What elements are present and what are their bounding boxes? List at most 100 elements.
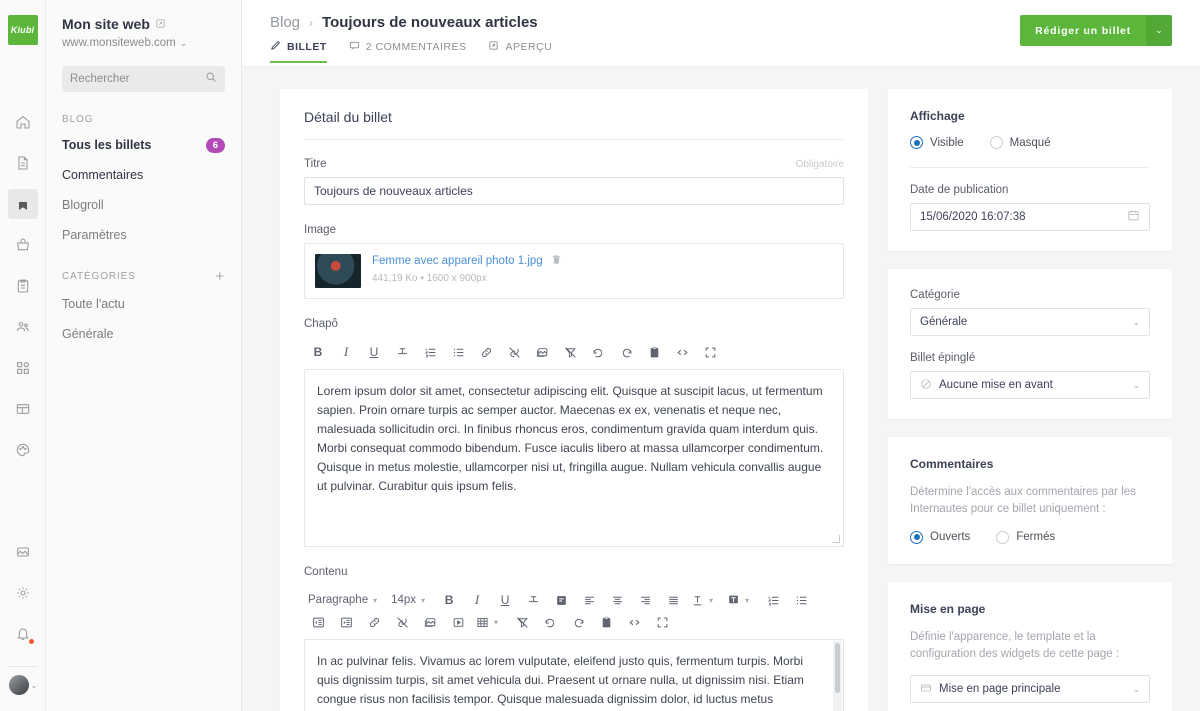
settings-column: Affichage Visible Masqué Date de publica…	[888, 89, 1172, 711]
external-link-icon[interactable]	[155, 16, 166, 32]
radio-visible[interactable]: Visible	[910, 136, 964, 149]
media-filename[interactable]: Femme avec appareil photo 1.jpg	[372, 255, 543, 267]
pages-icon[interactable]	[8, 148, 38, 178]
unlink-icon[interactable]	[388, 611, 416, 633]
card-title: Détail du billet	[304, 109, 392, 125]
notifications-icon[interactable]	[8, 619, 38, 649]
unlink-icon[interactable]	[500, 341, 528, 363]
fullscreen-icon[interactable]	[648, 611, 676, 633]
publication-date-input[interactable]: 15/06/2020 16:07:38	[910, 203, 1150, 231]
outdent-icon[interactable]	[304, 611, 332, 633]
highlight-color-icon[interactable]: ▾	[723, 594, 759, 607]
block-format-icon[interactable]	[547, 589, 575, 611]
radio-fermes[interactable]: Fermés	[996, 530, 1055, 544]
redo-icon[interactable]	[564, 611, 592, 633]
sidebar-item-blogroll[interactable]: Blogroll	[62, 193, 225, 217]
write-post-button[interactable]: Rédiger un billet	[1020, 15, 1146, 46]
indent-icon[interactable]	[332, 611, 360, 633]
sidebar-item-generale[interactable]: Générale	[62, 322, 225, 346]
unordered-list-icon[interactable]	[444, 341, 472, 363]
media-icon[interactable]	[8, 537, 38, 567]
tab-billet[interactable]: Billet	[270, 40, 327, 63]
tab-apercu[interactable]: Aperçu	[488, 40, 552, 63]
clear-format-icon[interactable]	[508, 611, 536, 633]
theme-icon[interactable]	[8, 435, 38, 465]
clear-format-icon[interactable]	[556, 341, 584, 363]
site-title[interactable]: Mon site web	[62, 16, 225, 32]
insert-video-icon[interactable]	[444, 611, 472, 633]
write-post-button-group[interactable]: Rédiger un billet ⌄	[1020, 15, 1172, 46]
sidebar-item-commentaires[interactable]: Commentaires	[62, 163, 225, 187]
bold-icon[interactable]: B	[304, 341, 332, 363]
title-input[interactable]	[304, 177, 844, 205]
underline-icon[interactable]: U	[360, 341, 388, 363]
resize-handle[interactable]	[832, 535, 840, 543]
fullscreen-icon[interactable]	[696, 341, 724, 363]
radio-ouverts[interactable]: Ouverts	[910, 530, 970, 544]
calendar-icon[interactable]	[1127, 209, 1140, 225]
modules-icon[interactable]	[8, 353, 38, 383]
ordered-list-icon[interactable]	[416, 341, 444, 363]
unordered-list-icon[interactable]	[787, 589, 815, 611]
pinned-select[interactable]: Aucune mise en avant ⌄	[910, 371, 1150, 399]
chevron-down-icon: ⌄	[1132, 316, 1140, 327]
sidebar-item-tous-les-billets[interactable]: Tous les billets 6	[62, 133, 225, 157]
chapo-editor[interactable]: Lorem ipsum dolor sit amet, consectetur …	[304, 370, 844, 547]
link-icon[interactable]	[472, 341, 500, 363]
contenu-editor[interactable]: In ac pulvinar felis. Vivamus ac lorem v…	[304, 640, 844, 711]
user-menu[interactable]: ⌄	[8, 675, 37, 705]
paragraph-format-value: Paragraphe	[308, 594, 369, 606]
orders-icon[interactable]	[8, 271, 38, 301]
link-icon[interactable]	[360, 611, 388, 633]
insert-table-icon[interactable]: ▾	[472, 616, 508, 629]
paste-icon[interactable]	[640, 341, 668, 363]
trash-icon[interactable]	[551, 254, 562, 268]
media-thumbnail[interactable]	[315, 254, 361, 288]
contenu-scrollbar[interactable]	[833, 641, 842, 711]
radio-dot	[989, 136, 1003, 149]
insert-image-icon[interactable]	[528, 341, 556, 363]
source-code-icon[interactable]	[620, 611, 648, 633]
align-left-icon[interactable]	[575, 589, 603, 611]
tab-commentaires[interactable]: 2 commentaires	[349, 40, 467, 63]
layout-select[interactable]: Mise en page principale ⌄	[910, 675, 1150, 703]
align-justify-icon[interactable]	[659, 589, 687, 611]
bold-icon[interactable]: B	[435, 589, 463, 611]
source-code-icon[interactable]	[668, 341, 696, 363]
affichage-radio-group: Visible Masqué	[910, 136, 1150, 149]
sidebar-item-toute-lactu[interactable]: Toute l'actu	[62, 292, 225, 316]
italic-icon[interactable]: I	[332, 341, 360, 363]
strikethrough-icon[interactable]	[388, 341, 416, 363]
italic-icon[interactable]: I	[463, 589, 491, 611]
layout-icon[interactable]	[8, 394, 38, 424]
undo-icon[interactable]	[584, 341, 612, 363]
blog-icon[interactable]	[7, 189, 38, 219]
search-input[interactable]	[70, 73, 217, 85]
align-center-icon[interactable]	[603, 589, 631, 611]
shop-icon[interactable]	[8, 230, 38, 260]
align-right-icon[interactable]	[631, 589, 659, 611]
ordered-list-icon[interactable]	[759, 589, 787, 611]
site-url-switcher[interactable]: www.monsiteweb.com ⌄	[62, 37, 225, 49]
strikethrough-icon[interactable]	[519, 589, 547, 611]
paste-icon[interactable]	[592, 611, 620, 633]
search-box[interactable]	[62, 66, 225, 92]
write-post-dropdown-icon[interactable]: ⌄	[1146, 15, 1172, 46]
app-logo[interactable]: Kiubi	[7, 15, 38, 45]
breadcrumb-root[interactable]: Blog	[270, 14, 300, 31]
settings-icon[interactable]	[8, 578, 38, 608]
insert-image-icon[interactable]	[416, 611, 444, 633]
add-category-icon[interactable]: +	[215, 269, 225, 284]
sidebar-item-parametres[interactable]: Paramètres	[62, 223, 225, 247]
customers-icon[interactable]	[8, 312, 38, 342]
paragraph-format-select[interactable]: Paragraphe ▾	[304, 594, 387, 606]
redo-icon[interactable]	[612, 341, 640, 363]
radio-masque[interactable]: Masqué	[989, 136, 1051, 149]
underline-icon[interactable]: U	[491, 589, 519, 611]
home-icon[interactable]	[8, 107, 38, 137]
chevron-down-icon: ⌄	[179, 37, 188, 48]
font-size-select[interactable]: 14px ▾	[387, 594, 435, 606]
undo-icon[interactable]	[536, 611, 564, 633]
text-color-icon[interactable]: ▾	[687, 594, 723, 607]
category-select[interactable]: Générale ⌄	[910, 308, 1150, 336]
